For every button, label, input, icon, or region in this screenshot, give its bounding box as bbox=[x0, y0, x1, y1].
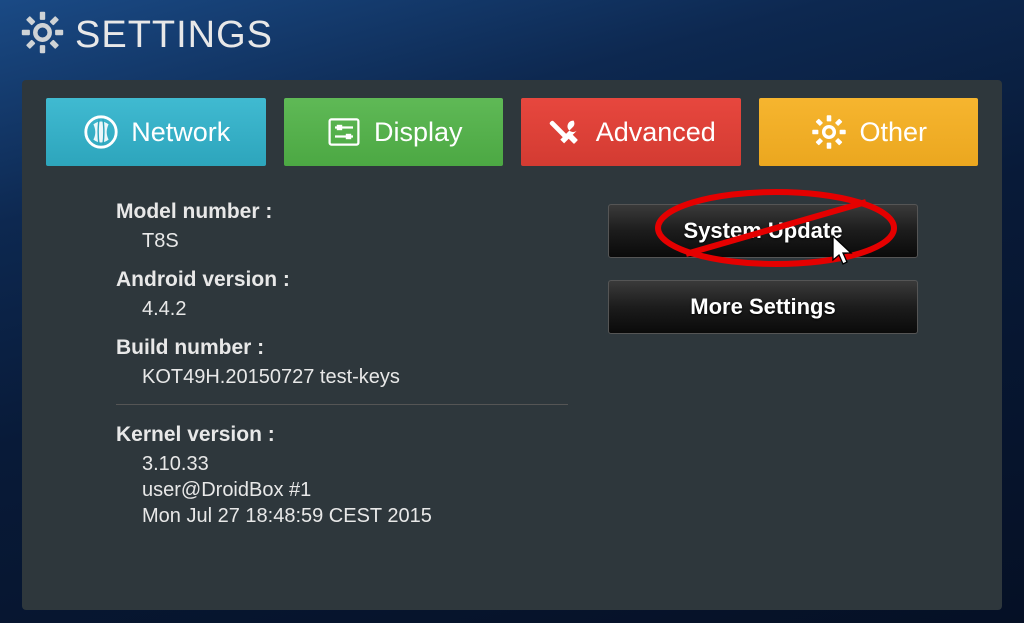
tools-icon bbox=[546, 112, 586, 152]
kernel-version-label: Kernel version : bbox=[116, 423, 568, 447]
android-version-row: Android version : 4.4.2 bbox=[116, 268, 568, 322]
sliders-icon bbox=[324, 112, 364, 152]
divider bbox=[116, 404, 568, 405]
build-number-value: KOT49H.20150727 test-keys bbox=[116, 364, 568, 390]
tab-network[interactable]: Network bbox=[46, 98, 266, 166]
kernel-version-row: Kernel version : 3.10.33 user@DroidBox #… bbox=[116, 423, 568, 529]
tab-display-label: Display bbox=[374, 117, 463, 148]
build-number-row: Build number : KOT49H.20150727 test-keys bbox=[116, 336, 568, 390]
action-buttons-column: System Update More Settings bbox=[608, 200, 918, 543]
build-number-label: Build number : bbox=[116, 336, 568, 360]
tab-other-label: Other bbox=[859, 117, 927, 148]
header-bar: SETTINGS bbox=[0, 0, 1024, 70]
tab-network-label: Network bbox=[131, 117, 230, 148]
kernel-version-value: 3.10.33 user@DroidBox #1 Mon Jul 27 18:4… bbox=[116, 451, 568, 529]
tab-advanced-label: Advanced bbox=[596, 117, 716, 148]
tab-advanced[interactable]: Advanced bbox=[521, 98, 741, 166]
main-panel: Network Display bbox=[22, 80, 1002, 610]
model-number-label: Model number : bbox=[116, 200, 568, 224]
tab-bar: Network Display bbox=[46, 98, 978, 166]
more-settings-button[interactable]: More Settings bbox=[608, 280, 918, 334]
system-update-button[interactable]: System Update bbox=[608, 204, 918, 258]
model-number-value: T8S bbox=[116, 228, 568, 254]
content-area: Model number : T8S Android version : 4.4… bbox=[46, 190, 978, 543]
model-number-row: Model number : T8S bbox=[116, 200, 568, 254]
tab-other[interactable]: Other bbox=[759, 98, 979, 166]
globe-icon bbox=[81, 112, 121, 152]
gear-icon bbox=[809, 112, 849, 152]
device-info-column: Model number : T8S Android version : 4.4… bbox=[116, 200, 568, 543]
page-title: SETTINGS bbox=[75, 14, 273, 57]
tab-display[interactable]: Display bbox=[284, 98, 504, 166]
android-version-label: Android version : bbox=[116, 268, 568, 292]
android-version-value: 4.4.2 bbox=[116, 296, 568, 322]
settings-gear-icon bbox=[20, 10, 65, 60]
